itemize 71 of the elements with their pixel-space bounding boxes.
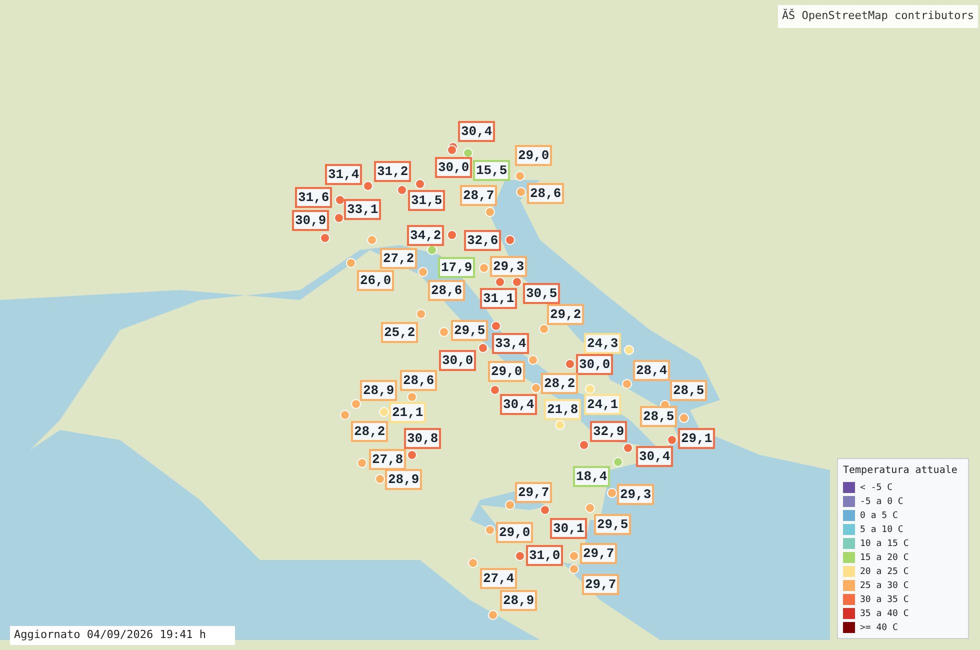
temperature-label: 21,8 xyxy=(544,399,582,420)
temperature-label: 29,3 xyxy=(490,256,528,277)
temperature-label: 30,1 xyxy=(550,518,588,539)
temperature-label: 28,5 xyxy=(670,380,708,401)
temperature-label: 30,4 xyxy=(458,121,496,142)
temperature-label: 31,0 xyxy=(526,545,564,566)
temperature-label: 30,0 xyxy=(439,350,476,371)
legend-label: -5 a 0 C xyxy=(860,496,904,508)
temperature-label: 27,2 xyxy=(380,248,418,269)
legend-label: 30 a 35 C xyxy=(860,594,909,606)
temperature-label: 27,8 xyxy=(369,449,406,470)
temperature-label: 24,1 xyxy=(584,394,622,415)
legend-label: 35 a 40 C xyxy=(860,608,909,620)
temperature-label: 31,6 xyxy=(295,187,332,208)
temperature-label: 18,4 xyxy=(573,466,610,487)
temperature-label: 29,7 xyxy=(515,482,552,503)
temperature-label: 30,5 xyxy=(523,283,560,304)
legend-label: 25 a 30 C xyxy=(860,580,909,592)
temperature-label: 28,9 xyxy=(385,469,422,490)
temperature-label: 15,5 xyxy=(473,160,510,181)
legend-label: 15 a 20 C xyxy=(860,552,909,564)
legend-label: 10 a 15 C xyxy=(860,538,909,550)
temperature-label: 29,2 xyxy=(547,304,584,325)
temperature-label: 28,6 xyxy=(428,280,466,301)
temperature-label: 29,0 xyxy=(515,145,552,166)
temperature-label: 31,4 xyxy=(325,164,362,185)
legend-title: Temperatura attuale xyxy=(843,464,958,478)
temperature-label: 28,4 xyxy=(633,360,670,381)
temperature-label: 21,1 xyxy=(389,402,426,423)
temperature-label: 32,6 xyxy=(464,230,502,251)
temperature-label: 30,4 xyxy=(500,394,538,415)
temperature-label: 30,8 xyxy=(404,428,442,449)
temperature-label: 29,7 xyxy=(582,574,620,595)
temperature-label: 29,0 xyxy=(488,361,526,382)
map-attribution: ĂŠ OpenStreetMap contributors xyxy=(778,5,978,28)
temperature-label: 30,4 xyxy=(636,446,674,467)
legend-label: >= 40 C xyxy=(860,622,898,634)
temperature-label: 33,4 xyxy=(492,333,530,354)
temperature-label: 28,6 xyxy=(400,370,438,391)
temperature-label: 26,0 xyxy=(357,270,394,291)
temperature-label: 29,7 xyxy=(580,543,618,564)
temperature-label: 34,2 xyxy=(407,225,444,246)
temperature-label: 30,0 xyxy=(435,157,472,178)
temperature-label: 32,9 xyxy=(590,421,628,442)
temperature-label: 31,5 xyxy=(408,190,446,211)
temperature-label: 29,5 xyxy=(594,514,632,535)
temperature-label: 27,4 xyxy=(480,568,518,589)
legend-label: 20 a 25 C xyxy=(860,566,909,578)
temperature-label: 28,7 xyxy=(460,185,498,206)
temperature-label: 28,5 xyxy=(640,406,678,427)
temperature-label: 30,9 xyxy=(292,210,330,231)
temperature-label: 25,2 xyxy=(381,322,418,343)
temperature-label: 31,2 xyxy=(374,161,412,182)
temperature-label: 17,9 xyxy=(438,257,476,278)
temperature-label: 30,0 xyxy=(576,354,614,375)
temperature-label: 28,9 xyxy=(500,590,538,611)
temperature-label: 29,0 xyxy=(496,522,534,543)
temperature-label: 24,3 xyxy=(584,333,622,354)
update-status: Aggiornato 04/09/2026 19:41 h xyxy=(10,626,235,644)
temperature-label: 29,5 xyxy=(451,320,488,341)
legend-label: 0 a 5 C xyxy=(860,510,898,522)
legend-label: < -5 C xyxy=(860,482,893,494)
temperature-label: 28,6 xyxy=(527,183,564,204)
temperature-label: 29,1 xyxy=(678,428,716,449)
temperature-label: 28,2 xyxy=(541,373,578,394)
temperature-label: 29,3 xyxy=(617,484,654,505)
temperature-label: 33,1 xyxy=(344,199,382,220)
temperature-label: 31,1 xyxy=(480,288,518,309)
temperature-label: 28,2 xyxy=(351,421,388,442)
legend-label: 5 a 10 C xyxy=(860,524,904,536)
temperature-label: 28,9 xyxy=(360,380,398,401)
